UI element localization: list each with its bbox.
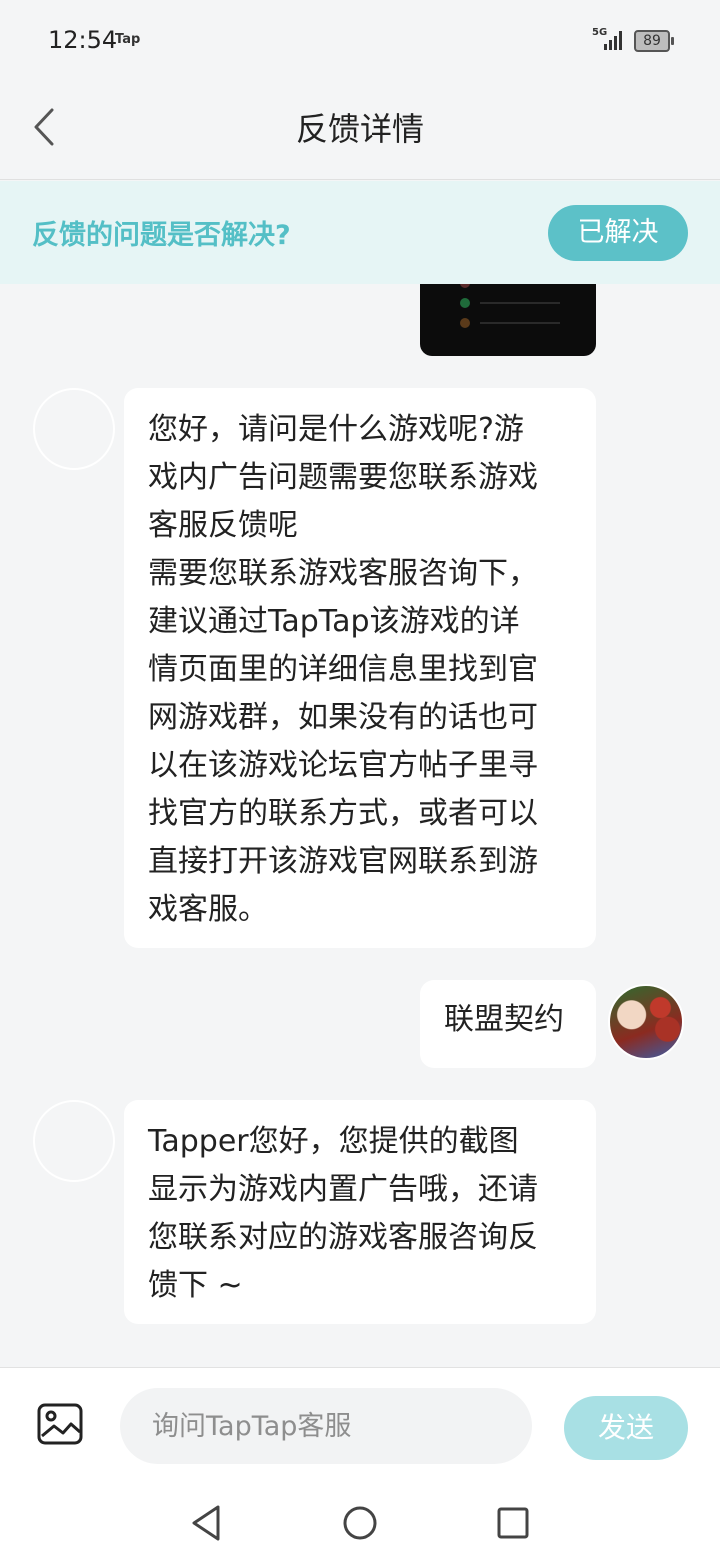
nav-home-button[interactable]	[340, 1503, 380, 1543]
message-text: 您好，请问是什么游戏呢?游 戏内广告问题需要您联系游戏 客服反馈呢 需要您联系游…	[148, 412, 538, 927]
system-nav-bar	[0, 1485, 720, 1560]
support-message: 您好，请问是什么游戏呢?游 戏内广告问题需要您联系游戏 客服反馈呢 需要您联系游…	[124, 388, 596, 948]
taptap-notification-icon: Tap	[115, 32, 141, 47]
attached-screenshot[interactable]	[420, 284, 596, 356]
image-upload-button[interactable]	[36, 1402, 84, 1446]
signal-icon: 5G	[592, 28, 628, 52]
resolved-button[interactable]: 已解决	[548, 205, 688, 261]
battery-level: 89	[643, 33, 661, 49]
message-text: 联盟契约	[444, 1002, 564, 1037]
square-recents-icon	[497, 1507, 529, 1539]
composer-bar: 发送	[0, 1367, 720, 1485]
app-header: 反馈详情	[0, 80, 720, 180]
page-title: 反馈详情	[295, 110, 424, 148]
user-message: 联盟契约	[420, 980, 596, 1068]
status-time: 12:54	[48, 26, 118, 54]
send-button[interactable]: 发送	[564, 1396, 688, 1460]
nav-back-button[interactable]	[186, 1503, 226, 1543]
message-text: Tapper您好，您提供的截图 显示为游戏内置广告哦，还请 您联系对应的游戏客服…	[148, 1124, 538, 1303]
chat-area[interactable]: 您好，请问是什么游戏呢?游 戏内广告问题需要您联系游戏 客服反馈呢 需要您联系游…	[0, 284, 720, 1367]
nav-recents-button[interactable]	[493, 1503, 533, 1543]
resolution-question: 反馈的问题是否解决?	[32, 220, 291, 251]
support-avatar	[33, 388, 115, 470]
support-message: Tapper您好，您提供的截图 显示为游戏内置广告哦，还请 您联系对应的游戏客服…	[124, 1100, 596, 1324]
resolution-banner: 反馈的问题是否解决? 已解决	[0, 181, 720, 284]
triangle-back-icon	[192, 1505, 220, 1541]
status-bar: 12:54 Tap 5G 89	[0, 0, 720, 80]
user-avatar[interactable]	[608, 984, 684, 1060]
support-avatar	[33, 1100, 115, 1182]
battery-icon: 89	[634, 30, 674, 52]
message-input[interactable]	[120, 1388, 532, 1464]
image-icon	[37, 1403, 83, 1445]
circle-home-icon	[343, 1506, 377, 1540]
